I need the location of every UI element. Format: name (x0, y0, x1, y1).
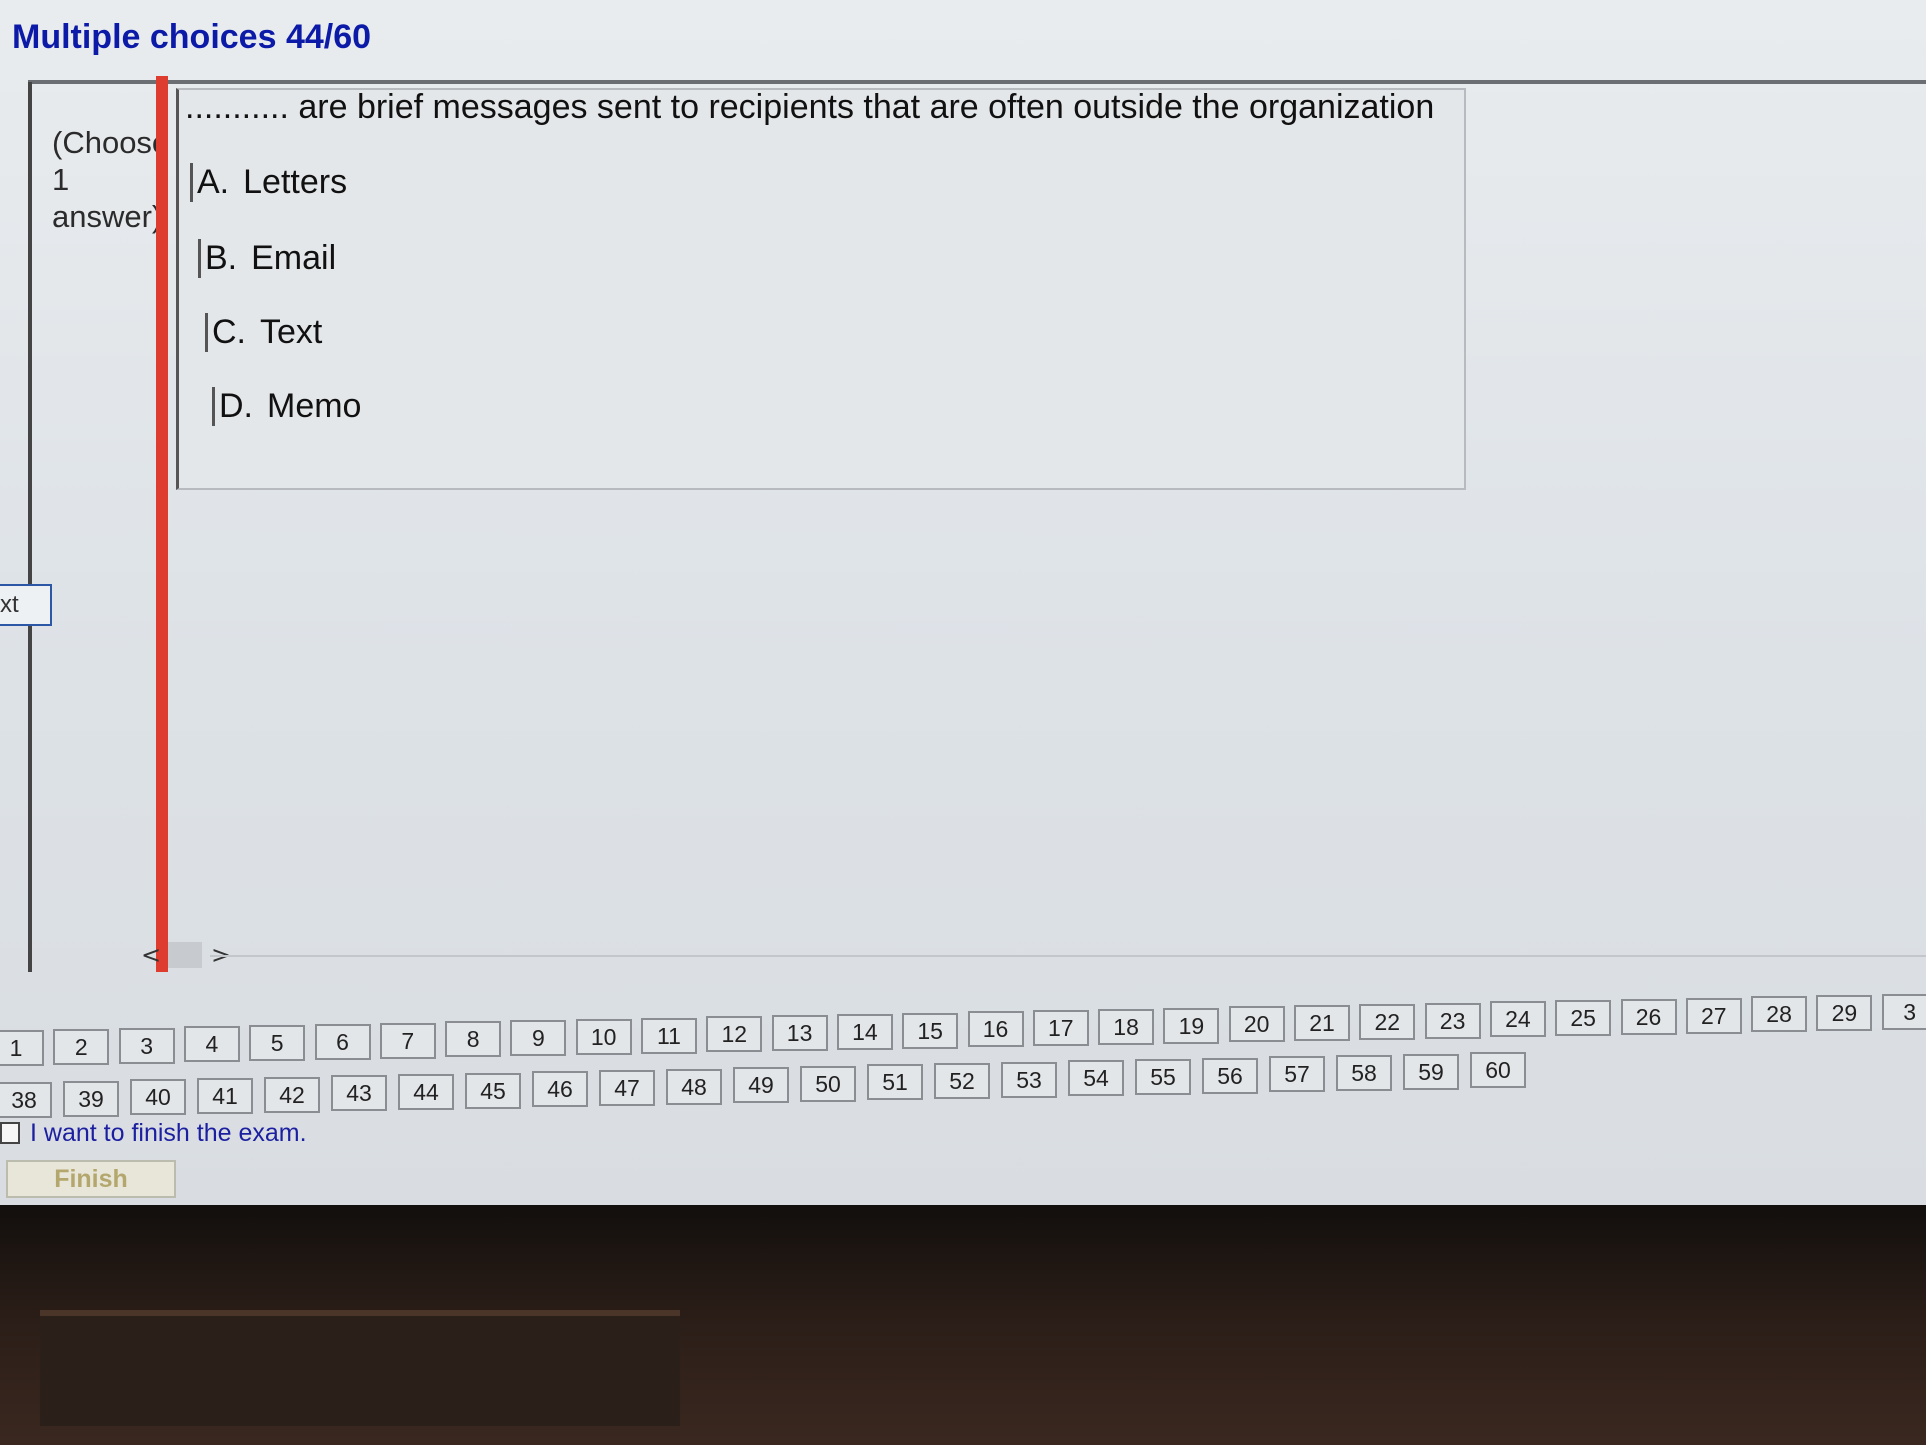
content-divider (210, 955, 1926, 957)
question-text: ........... are brief messages sent to r… (185, 88, 1435, 126)
question-nav-button[interactable]: 22 (1359, 1003, 1416, 1040)
option-letter: D. (219, 387, 253, 425)
question-nav-button[interactable]: 2 (53, 1028, 110, 1065)
header-divider (28, 80, 1926, 84)
question-nav-button[interactable]: 58 (1336, 1055, 1392, 1091)
option-label: Memo (267, 387, 362, 425)
option-a[interactable]: A. Letters (190, 163, 347, 202)
finish-exam-label: I want to finish the exam. (30, 1118, 307, 1147)
question-nav-button[interactable]: 15 (902, 1012, 959, 1049)
scroll-divider-bar (156, 76, 168, 972)
question-nav-button[interactable]: 56 (1202, 1057, 1258, 1094)
question-nav-button[interactable]: 55 (1135, 1059, 1191, 1096)
question-nav-button[interactable]: 1 (0, 1030, 44, 1066)
question-nav-button[interactable]: 16 (967, 1011, 1024, 1048)
option-label: Email (251, 239, 337, 277)
option-c[interactable]: C. Text (205, 313, 322, 352)
question-nav-button[interactable]: 12 (706, 1016, 763, 1053)
desk-background (0, 1205, 1926, 1445)
question-nav-button[interactable]: 39 (63, 1080, 119, 1117)
question-nav-button[interactable]: 43 (331, 1075, 387, 1112)
exam-screen: Multiple choices 44/60 (Choose 1 answer)… (0, 0, 1926, 1205)
question-nav-button[interactable]: 48 (666, 1068, 722, 1105)
next-button[interactable]: xt (0, 584, 52, 626)
question-nav-button[interactable]: 49 (733, 1067, 789, 1104)
question-nav-button[interactable]: 3 (1881, 993, 1926, 1030)
question-nav-button[interactable]: 13 (771, 1015, 828, 1051)
option-letter: B. (205, 239, 238, 277)
question-nav-button[interactable]: 4 (183, 1026, 240, 1063)
question-nav-button[interactable]: 54 (1068, 1060, 1124, 1097)
finish-exam-checkbox[interactable] (0, 1122, 20, 1144)
question-nav-button[interactable]: 3 (118, 1027, 175, 1064)
question-nav-button[interactable]: 11 (641, 1017, 697, 1054)
scroll-thumb[interactable] (168, 942, 202, 968)
question-nav-button[interactable]: 8 (445, 1021, 502, 1058)
question-nav-button[interactable]: 14 (836, 1013, 893, 1050)
question-nav-button[interactable]: 59 (1403, 1053, 1459, 1090)
question-nav-button[interactable]: 47 (599, 1069, 655, 1106)
question-nav-button[interactable]: 18 (1098, 1008, 1155, 1045)
question-nav-button[interactable]: 42 (264, 1076, 320, 1113)
option-label: Text (260, 313, 323, 351)
question-nav-button[interactable]: 20 (1228, 1006, 1285, 1043)
answer-instruction: (Choose 1 answer) (52, 125, 170, 234)
question-nav-button[interactable]: 50 (800, 1065, 856, 1102)
desk-edge (40, 1310, 680, 1426)
question-nav-button[interactable]: 45 (465, 1072, 521, 1109)
question-nav-button[interactable]: 23 (1424, 1002, 1481, 1039)
question-nav-button[interactable]: 57 (1269, 1056, 1325, 1093)
option-label: Letters (243, 163, 348, 201)
option-d[interactable]: D. Memo (212, 387, 361, 426)
question-nav-button[interactable]: 21 (1294, 1005, 1350, 1041)
option-letter: A. (197, 163, 230, 201)
question-nav-button[interactable]: 60 (1470, 1052, 1526, 1089)
question-nav-button[interactable]: 27 (1685, 997, 1742, 1034)
finish-exam-row[interactable]: I want to finish the exam. (0, 1118, 307, 1148)
scroll-left-button[interactable]: < (140, 940, 162, 970)
question-nav-button[interactable]: 25 (1555, 1000, 1612, 1036)
question-nav-button[interactable]: 6 (314, 1023, 371, 1060)
question-nav-button[interactable]: 24 (1489, 1001, 1546, 1038)
option-b[interactable]: B. Email (198, 239, 336, 278)
question-nav-button[interactable]: 51 (867, 1064, 923, 1101)
question-panel (176, 88, 1466, 490)
question-nav-button[interactable]: 41 (197, 1077, 253, 1114)
question-nav-button[interactable]: 19 (1163, 1007, 1220, 1044)
question-nav-button[interactable]: 9 (510, 1020, 567, 1056)
question-nav-button[interactable]: 52 (934, 1063, 990, 1100)
page-title: Multiple choices 44/60 (12, 18, 372, 56)
question-nav-button[interactable]: 7 (379, 1022, 436, 1059)
finish-button[interactable]: Finish (6, 1160, 176, 1198)
question-nav-button[interactable]: 17 (1032, 1010, 1089, 1046)
question-nav-button[interactable]: 38 (0, 1082, 52, 1118)
question-nav-button[interactable]: 40 (130, 1079, 186, 1116)
option-letter: C. (212, 313, 246, 351)
question-nav-button[interactable]: 29 (1816, 995, 1873, 1031)
question-nav-button[interactable]: 10 (575, 1018, 632, 1055)
question-nav-button[interactable]: 46 (532, 1071, 588, 1108)
question-nav-button[interactable]: 28 (1751, 996, 1808, 1033)
question-nav-button[interactable]: 44 (398, 1073, 454, 1110)
question-nav-button[interactable]: 26 (1620, 998, 1677, 1035)
question-nav-button[interactable]: 5 (249, 1025, 306, 1061)
question-nav-button[interactable]: 53 (1001, 1061, 1057, 1098)
